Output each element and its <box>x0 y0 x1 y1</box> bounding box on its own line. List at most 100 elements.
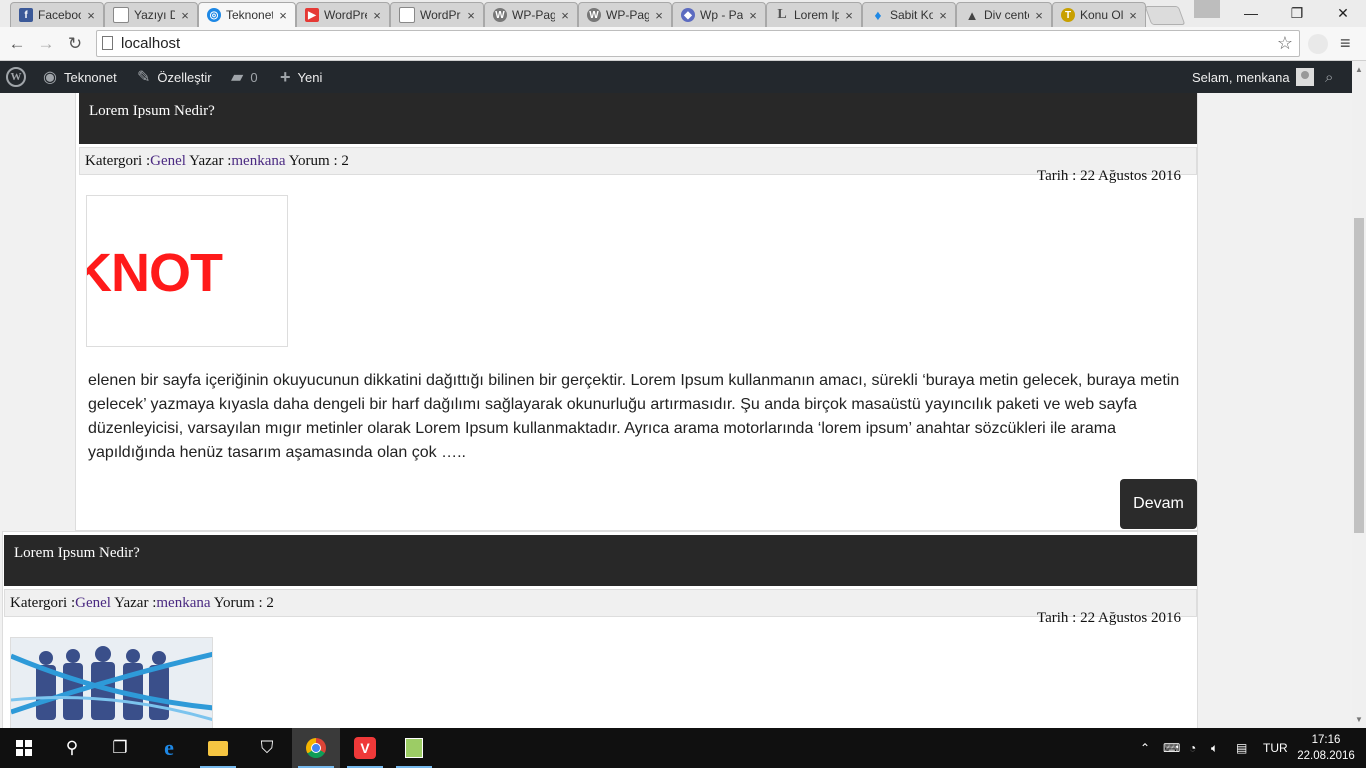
edge-button[interactable]: e <box>145 728 193 768</box>
notepad-plus-button[interactable] <box>390 728 438 768</box>
restore-button[interactable]: ❐ <box>1274 0 1320 26</box>
post-date: Tarih : 22 Ağustos 2016 <box>1037 168 1181 184</box>
page-info-icon[interactable] <box>102 36 113 50</box>
tab-wp-pagination[interactable]: ◆ Wp - Pagination × <box>672 2 766 27</box>
dashboard-icon: ◉ <box>43 69 57 86</box>
comments-label: Yorum : 2 <box>210 595 274 611</box>
notification-icon: ▤ <box>1236 741 1248 755</box>
wordpress-logo-icon: W <box>6 67 26 87</box>
extension-icon[interactable] <box>1308 34 1328 54</box>
back-button[interactable]: ← <box>6 33 28 55</box>
new-content-link[interactable]: + Yeni <box>280 61 322 93</box>
vivaldi-button[interactable]: V <box>341 728 389 768</box>
close-icon[interactable]: × <box>653 8 665 23</box>
browser-menu-icon[interactable]: ≡ <box>1340 33 1351 54</box>
close-icon[interactable]: × <box>85 8 97 23</box>
author-link[interactable]: menkana <box>156 595 210 611</box>
show-hidden-icons[interactable]: ⌃ <box>1140 728 1150 768</box>
minimize-button[interactable]: — <box>1228 0 1274 26</box>
new-tab-button[interactable] <box>1144 6 1186 25</box>
taskbar-clock[interactable]: 17:16 22.08.2016 <box>1296 732 1356 764</box>
tab-title: WordPress <box>420 8 461 22</box>
tab-wordpress-2[interactable]: WordPress × <box>390 2 484 27</box>
tab-div-center[interactable]: ▲ Div center × <box>956 2 1052 27</box>
tab-title: Facebook <box>38 8 81 22</box>
close-icon[interactable]: × <box>747 8 759 23</box>
wordpress-icon: W <box>493 8 507 22</box>
tab-lorem-ipsum[interactable]: L Lorem Ipsum × <box>766 2 862 27</box>
wp-logo-button[interactable]: W <box>6 61 26 93</box>
browser-tab-strip: f Facebook × Yazıyı Düzenle × ◎ Teknonet… <box>0 0 1366 27</box>
start-button[interactable] <box>0 728 48 768</box>
tab-wp-pagenavi-1[interactable]: W WP-PageNavi × <box>484 2 578 27</box>
site-name-link[interactable]: ◉ Teknonet <box>43 61 117 93</box>
greeting-label: Selam, menkana <box>1192 69 1290 85</box>
keyboard-icon: ⌨ <box>1163 741 1181 755</box>
network-indicator[interactable]: ◔ <box>1189 728 1196 768</box>
category-link[interactable]: Genel <box>150 153 186 169</box>
volume-indicator[interactable]: 🔈︎ <box>1211 728 1218 768</box>
notepad-icon <box>405 738 423 758</box>
tab-konu-olustur[interactable]: T Konu Oluştur × <box>1052 2 1146 27</box>
forward-button[interactable]: → <box>35 33 57 55</box>
forum-icon: T <box>1061 8 1075 22</box>
close-icon[interactable]: × <box>559 8 571 23</box>
ime-indicator[interactable]: ⌨ <box>1163 728 1180 768</box>
close-icon[interactable]: × <box>179 8 191 23</box>
post-title[interactable]: Lorem Ipsum Nedir? <box>89 103 215 119</box>
customize-link[interactable]: ✎ Özelleştir <box>137 61 212 93</box>
search-button[interactable]: ⚲ <box>48 728 96 768</box>
post-excerpt: elenen bir sayfa içeriğinin okuyucunun d… <box>88 372 1180 461</box>
my-account-link[interactable]: Selam, menkana <box>1192 61 1314 93</box>
chrome-button[interactable] <box>292 728 340 768</box>
post-title-bar: Lorem Ipsum Nedir? <box>4 535 1197 586</box>
close-icon[interactable]: × <box>371 8 383 23</box>
speaker-icon: 🔈︎ <box>1211 740 1219 755</box>
tab-facebook[interactable]: f Facebook × <box>10 2 104 27</box>
close-icon[interactable]: × <box>277 8 289 23</box>
post-title-bar: Lorem Ipsum Nedir? <box>79 93 1197 144</box>
post-title[interactable]: Lorem Ipsum Nedir? <box>14 545 140 561</box>
task-view-button[interactable]: ❐ <box>96 728 144 768</box>
post-meta: Katergori :Genel Yazar :menkana Yorum : … <box>4 589 1197 617</box>
post-meta: Katergori :Genel Yazar :menkana Yorum : … <box>79 147 1197 175</box>
search-icon[interactable]: ⌕ <box>1325 61 1333 93</box>
tab-wordpress-1[interactable]: ▶ WordPress × <box>296 2 390 27</box>
author-link[interactable]: menkana <box>231 153 285 169</box>
page-scrollbar[interactable]: ▲ ▼ <box>1352 61 1366 728</box>
comments-link[interactable]: ▰ 0 <box>231 61 258 93</box>
scroll-up-icon[interactable]: ▲ <box>1355 65 1363 74</box>
close-icon[interactable]: × <box>1127 8 1139 23</box>
author-label: Yazar : <box>110 595 157 611</box>
reload-button[interactable]: ↻ <box>64 33 86 55</box>
scroll-down-icon[interactable]: ▼ <box>1355 715 1363 724</box>
site-name-label: Teknonet <box>63 69 117 85</box>
tab-teknonet[interactable]: ◎ Teknonet × <box>198 2 296 27</box>
tab-sabit-konum[interactable]: ♦ Sabit Konum × <box>862 2 956 27</box>
post-thumbnail[interactable] <box>10 637 213 728</box>
stack-icon: ▲ <box>965 7 979 23</box>
store-button[interactable]: ⛉ <box>243 728 291 768</box>
close-icon[interactable]: × <box>937 8 949 23</box>
bookmark-star-icon[interactable]: ☆ <box>1277 33 1293 54</box>
category-label: Katergori : <box>10 595 76 611</box>
customize-label: Özelleştir <box>157 69 212 85</box>
read-more-button[interactable]: Devam <box>1120 479 1197 529</box>
address-bar[interactable]: localhost ☆ <box>96 30 1300 57</box>
post-thumbnail[interactable]: KNOT <box>86 195 288 347</box>
category-link[interactable]: Genel <box>75 595 111 611</box>
file-explorer-button[interactable] <box>194 728 242 768</box>
clock-date: 22.08.2016 <box>1297 750 1355 762</box>
post-date: Tarih : 22 Ağustos 2016 <box>1037 610 1181 626</box>
language-indicator[interactable]: TUR <box>1263 728 1288 768</box>
close-window-button[interactable]: ✕ <box>1320 0 1366 26</box>
action-center-button[interactable]: ▤ <box>1236 728 1247 768</box>
close-icon[interactable]: × <box>843 8 855 23</box>
tab-title: Wp - Pagination <box>700 8 743 22</box>
tab-wp-pagenavi-2[interactable]: W WP-PageNavi × <box>578 2 672 27</box>
scrollbar-thumb[interactable] <box>1354 218 1364 533</box>
close-icon[interactable]: × <box>1033 8 1045 23</box>
close-icon[interactable]: × <box>465 8 477 23</box>
profile-button[interactable] <box>1194 0 1220 18</box>
tab-yaziyi-duzenle[interactable]: Yazıyı Düzenle × <box>104 2 198 27</box>
